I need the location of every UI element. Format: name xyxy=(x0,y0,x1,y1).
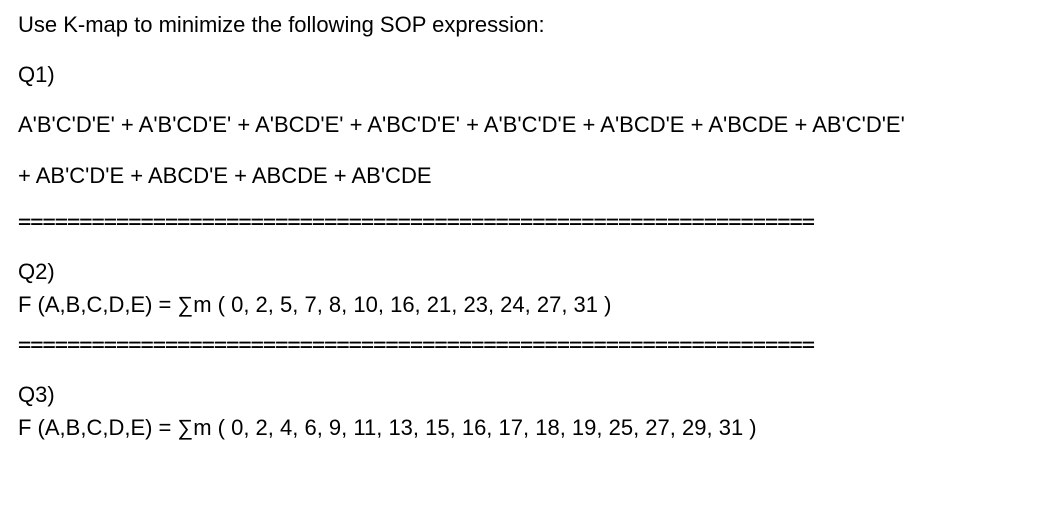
q1-label: Q1) xyxy=(18,62,1036,88)
q2-function: F (A,B,C,D,E) = ∑m ( 0, 2, 5, 7, 8, 10, … xyxy=(18,288,1036,321)
question-1: Q1) A'B'C'D'E' + A'B'CD'E' + A'BCD'E' + … xyxy=(18,62,1036,192)
question-3: Q3) F (A,B,C,D,E) = ∑m ( 0, 2, 4, 6, 9, … xyxy=(18,378,1036,444)
separator-2: ========================================… xyxy=(18,333,1036,358)
question-2: Q2) F (A,B,C,D,E) = ∑m ( 0, 2, 5, 7, 8, … xyxy=(18,255,1036,321)
q3-function: F (A,B,C,D,E) = ∑m ( 0, 2, 4, 6, 9, 11, … xyxy=(18,411,1036,444)
q1-expression-line1: A'B'C'D'E' + A'B'CD'E' + A'BCD'E' + A'BC… xyxy=(18,108,1036,141)
separator-1: ========================================… xyxy=(18,210,1036,235)
q3-label: Q3) xyxy=(18,378,1036,411)
q2-label: Q2) xyxy=(18,255,1036,288)
page-title: Use K-map to minimize the following SOP … xyxy=(18,12,1036,38)
q1-expression-line2: + AB'C'D'E + ABCD'E + ABCDE + AB'CDE xyxy=(18,159,1036,192)
